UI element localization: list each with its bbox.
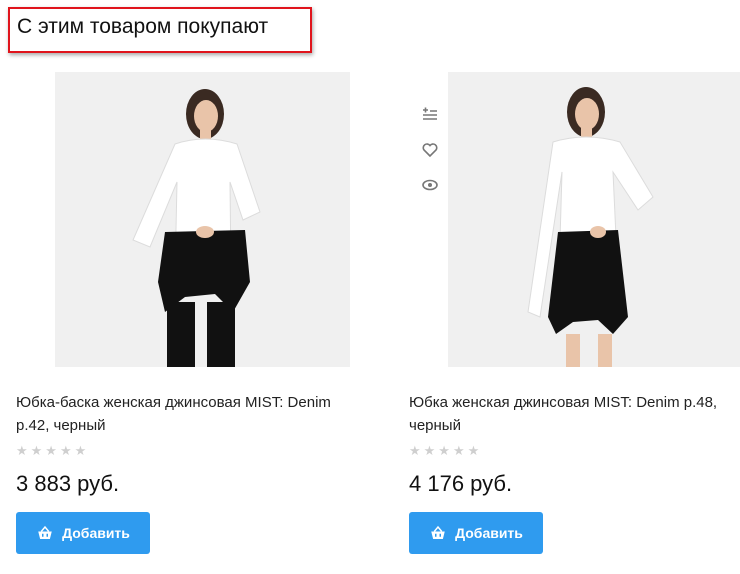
- product-title[interactable]: Юбка женская джинсовая MIST: Denim р.48,…: [409, 391, 740, 437]
- product-image[interactable]: [448, 72, 740, 367]
- basket-icon: [38, 525, 52, 539]
- rating-stars[interactable]: ★★★★★: [16, 443, 89, 459]
- product-title[interactable]: Юбка-баска женская джинсовая MIST: Denim…: [16, 391, 368, 437]
- add-to-cart-button[interactable]: Добавить: [16, 512, 150, 554]
- section-title: С этим товаром покупают: [8, 7, 312, 53]
- product-card: Юбка женская джинсовая MIST: Denim р.48,…: [409, 72, 740, 572]
- add-to-cart-label: Добавить: [62, 525, 130, 541]
- add-to-cart-label: Добавить: [455, 525, 523, 541]
- model-photo-icon: [448, 72, 740, 367]
- product-price: 4 176 руб.: [409, 471, 513, 496]
- product-card: Юбка-баска женская джинсовая MIST: Denim…: [16, 72, 376, 572]
- add-to-cart-button[interactable]: Добавить: [409, 512, 543, 554]
- model-photo-icon: [55, 72, 350, 367]
- rating-stars[interactable]: ★★★★★: [409, 443, 482, 459]
- basket-icon: [431, 525, 445, 539]
- product-image[interactable]: [55, 72, 350, 367]
- product-price: 3 883 руб.: [16, 471, 120, 496]
